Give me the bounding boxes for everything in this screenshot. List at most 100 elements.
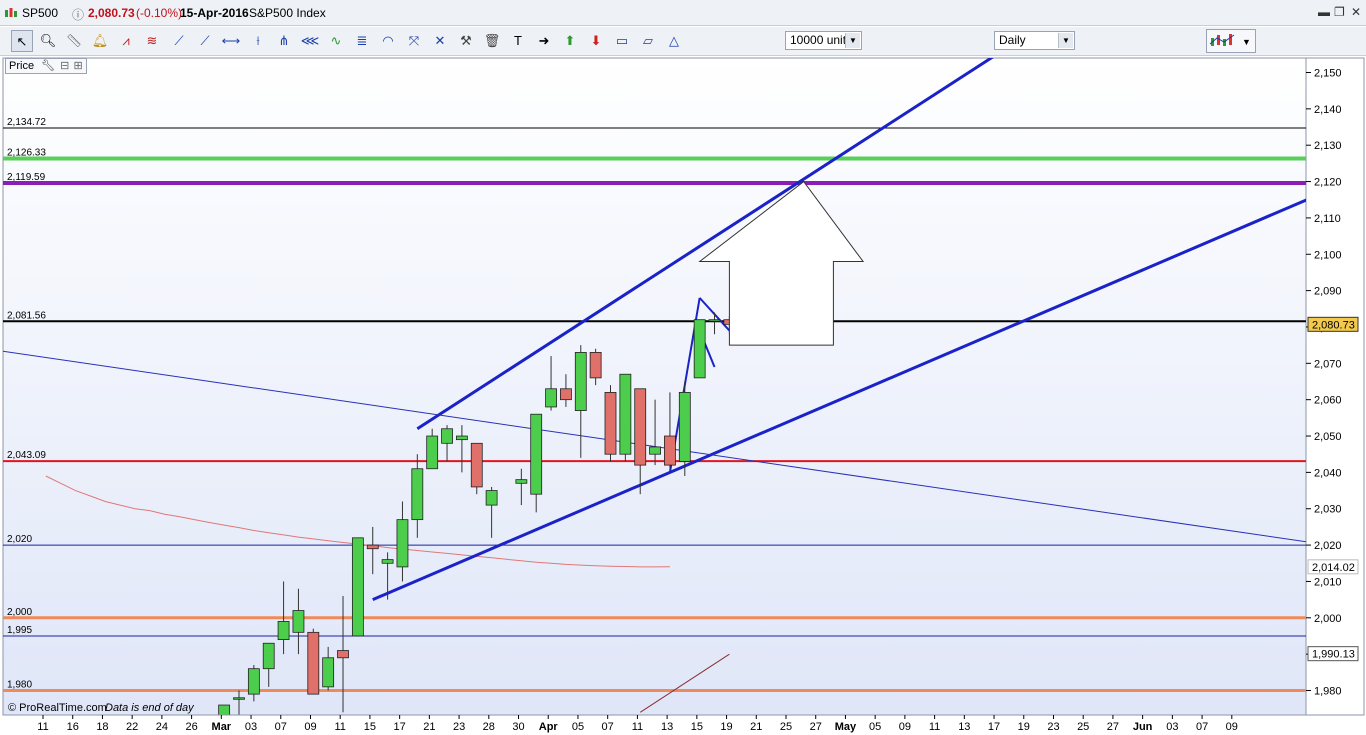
horizontal-line-icon[interactable]: ⟷ (220, 30, 242, 52)
ray-tool-icon[interactable]: ⟋ (194, 30, 216, 52)
candle-body (574, 352, 587, 411)
parallelogram-tool-icon[interactable]: ▱ (637, 30, 659, 52)
triangle-tool-icon[interactable]: △ (663, 30, 685, 52)
x-tick-label: 05 (869, 721, 881, 733)
candle-body (619, 373, 632, 455)
x-tick-label: 21 (423, 721, 435, 733)
arrow-down-icon[interactable]: ⬇ (585, 30, 607, 52)
candle[interactable] (218, 704, 231, 715)
x-tick-label: May (835, 721, 857, 733)
pitchfork-icon[interactable]: ⋔ (273, 30, 295, 52)
arrow-up-icon[interactable]: ⬆ (559, 30, 581, 52)
ruler-tool-icon[interactable]: 📏︎ (63, 30, 85, 52)
candle[interactable] (678, 381, 691, 477)
x-tick-label: 13 (958, 721, 970, 733)
x-tick-label: 07 (602, 721, 614, 733)
candle-body (322, 657, 335, 688)
y-tick-label: 2,100 (1314, 249, 1342, 261)
level-label: 1,995 (7, 625, 32, 636)
alert-bell-icon[interactable]: 🔔︎ (89, 30, 111, 52)
x-tick-label: 11 (334, 721, 345, 733)
candle[interactable] (351, 537, 364, 637)
y-tick-label: 2,060 (1314, 395, 1342, 407)
candle[interactable] (307, 628, 320, 695)
candle-body (545, 388, 557, 408)
level-label: 2,126.33 (7, 148, 46, 159)
candle-body (441, 428, 453, 444)
units-value: 10000 units (790, 33, 853, 47)
fibonacci-tool-icon[interactable]: ≣ (351, 30, 373, 52)
expand-panel-icon[interactable]: ⊞ (73, 60, 82, 72)
tools-icon[interactable]: ⚒ (455, 30, 477, 52)
period-select[interactable]: Daily ▼ (994, 31, 1075, 50)
y-tick-label: 2,090 (1314, 286, 1342, 298)
candle-body (411, 468, 424, 521)
move-panel-icon[interactable]: ⊟ (60, 60, 69, 72)
vertical-line-icon[interactable]: ⟊ (247, 30, 269, 52)
price-tag-label: 2,014.02 (1312, 562, 1355, 574)
price-chart[interactable]: 2,134.72 2,126.33 2,119.59 2,081.56 2,043.09… (0, 56, 1366, 735)
svg-text:▼: ▼ (1242, 37, 1251, 47)
x-tick-label: 11 (37, 721, 48, 733)
zoom-tool-icon[interactable]: 🔍︎ (37, 30, 59, 52)
candle-body (277, 621, 290, 641)
instrument-name: S&P500 Index (249, 6, 326, 20)
trendline[interactable] (0, 647, 1, 676)
data-note-text: Data is end of day (105, 702, 195, 714)
x-tick-label: 19 (1018, 721, 1030, 733)
trash-icon[interactable]: 🗑︎ (481, 30, 503, 52)
gann-tool-icon[interactable]: ⤧ (403, 30, 425, 52)
close-icon[interactable]: ✕ (1351, 5, 1361, 19)
cross-tool-icon[interactable]: ✕ (429, 30, 451, 52)
wave-tool-icon[interactable]: ∿ (325, 30, 347, 52)
candle-body (485, 490, 498, 506)
regression-tool-icon[interactable]: ≋ (141, 30, 163, 52)
line-tool-icon[interactable]: ⟋ (168, 30, 190, 52)
candle[interactable] (604, 385, 617, 462)
rectangle-tool-icon[interactable]: ▭ (611, 30, 633, 52)
candle-body (530, 413, 543, 495)
indicators-button[interactable]: ▼ (1206, 29, 1256, 53)
y-tick-label: 2,000 (1314, 613, 1342, 625)
price-panel-label: Price 🔧︎ ⊟ ⊞ (5, 58, 87, 74)
candle-body (396, 519, 409, 568)
y-tick-label: 2,110 (1314, 213, 1341, 225)
candle-body (470, 442, 483, 488)
x-tick-label: Apr (539, 721, 559, 733)
y-tick-label: 2,130 (1314, 140, 1342, 152)
restore-icon[interactable]: ❐ (1334, 5, 1345, 19)
drawing-toolbar: ↖ 🔍︎ 📏︎ 🔔︎ ⩘ ≋ ⟋ ⟋ ⟷ ⟊ ⋔ ⋘ ∿ ≣ ◠ ⤧ ✕ ⚒ 🗑… (0, 27, 1366, 56)
units-select[interactable]: 10000 units ▼ (785, 31, 862, 50)
candle[interactable] (619, 373, 632, 462)
candle[interactable] (470, 442, 483, 495)
wrench-icon[interactable]: 🔧︎ (41, 60, 55, 72)
x-tick-label: 17 (394, 721, 406, 733)
candle[interactable] (693, 319, 706, 379)
x-tick-label: 03 (1166, 721, 1178, 733)
x-tick-label: 27 (1107, 721, 1119, 733)
candle-body (708, 319, 721, 322)
text-tool-icon[interactable]: T (507, 30, 529, 52)
y-tick-label: 2,070 (1314, 358, 1342, 370)
fan-tool-icon[interactable]: ⋘ (299, 30, 321, 52)
arc-tool-icon[interactable]: ◠ (377, 30, 399, 52)
candle-body (604, 392, 617, 455)
candle-body (247, 668, 260, 695)
price-change: (-0.10%) (136, 6, 183, 20)
candle-body (381, 559, 394, 564)
x-tick-label: 05 (572, 721, 584, 733)
y-tick-label: 2,010 (1314, 576, 1342, 588)
x-tick-label: 11 (632, 721, 643, 733)
x-tick-label: 13 (661, 721, 673, 733)
x-tick-label: 30 (512, 721, 524, 733)
x-tick-label: 21 (750, 721, 762, 733)
pointer-tool-icon[interactable]: ↖ (11, 30, 33, 52)
channel-tool-icon[interactable]: ⩘ (115, 30, 137, 52)
candle-body (366, 544, 379, 550)
candle-body (664, 435, 676, 466)
minimize-icon[interactable]: ▬ (1318, 5, 1330, 19)
candle-body (233, 697, 245, 700)
info-icon[interactable]: ⓘ (72, 6, 84, 23)
candle-body (560, 388, 572, 401)
arrow-right-icon[interactable]: ➜ (533, 30, 555, 52)
